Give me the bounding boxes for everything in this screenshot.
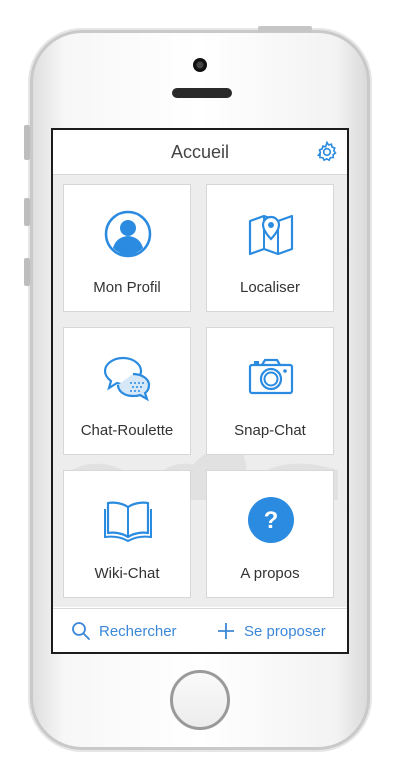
bottom-bar: Rechercher Se proposer bbox=[53, 608, 347, 652]
tile-label: Chat-Roulette bbox=[80, 422, 174, 439]
gear-icon[interactable] bbox=[315, 140, 339, 164]
volume-down-button bbox=[24, 258, 30, 286]
user-icon bbox=[104, 210, 152, 258]
tile-label: Snap-Chat bbox=[234, 422, 306, 439]
propose-label: Se proposer bbox=[244, 622, 326, 640]
map-pin-icon bbox=[248, 214, 294, 256]
svg-text:?: ? bbox=[264, 507, 279, 534]
mute-switch bbox=[24, 125, 30, 160]
tile-label: Wiki-Chat bbox=[94, 565, 160, 582]
tile-label: Localiser bbox=[239, 279, 301, 296]
volume-up-button bbox=[24, 198, 30, 226]
app-screen: Accueil Mon Profil Localiser Chat-Roulet… bbox=[51, 128, 349, 654]
chat-bubbles-icon bbox=[103, 356, 151, 402]
plus-icon bbox=[218, 623, 234, 639]
tile-snap-chat[interactable]: Snap-Chat bbox=[206, 327, 334, 455]
power-button bbox=[258, 26, 312, 32]
tile-wiki-chat[interactable]: Wiki-Chat bbox=[63, 470, 191, 598]
home-button[interactable] bbox=[170, 670, 230, 730]
tile-label: Mon Profil bbox=[93, 279, 161, 296]
tile-a-propos[interactable]: ? A propos bbox=[206, 470, 334, 598]
book-icon bbox=[104, 501, 152, 543]
search-button[interactable]: Rechercher bbox=[71, 621, 177, 641]
help-icon: ? bbox=[248, 497, 294, 543]
app-header: Accueil bbox=[53, 130, 347, 175]
tile-label: A propos bbox=[240, 565, 300, 582]
tile-chat-roulette[interactable]: Chat-Roulette bbox=[63, 327, 191, 455]
tile-mon-profil[interactable]: Mon Profil bbox=[63, 184, 191, 312]
front-camera bbox=[193, 58, 207, 72]
earpiece-speaker bbox=[172, 88, 232, 98]
menu-grid: Mon Profil Localiser Chat-Roulette Snap-… bbox=[53, 175, 347, 607]
search-label: Rechercher bbox=[99, 622, 177, 640]
propose-button[interactable]: Se proposer bbox=[216, 621, 326, 641]
search-icon bbox=[72, 622, 90, 640]
tile-localiser[interactable]: Localiser bbox=[206, 184, 334, 312]
page-title: Accueil bbox=[170, 142, 230, 162]
camera-icon bbox=[248, 358, 294, 395]
